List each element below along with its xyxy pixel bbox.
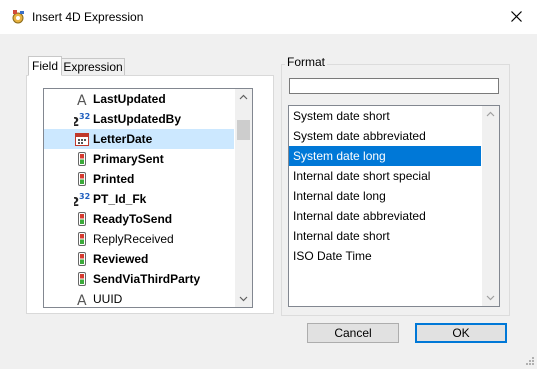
field-label: LastUpdatedBy: [93, 112, 182, 126]
field-label: ReplyReceived: [93, 232, 174, 246]
title-bar: Insert 4D Expression: [0, 0, 537, 34]
format-list-item[interactable]: Internal date short: [289, 226, 481, 246]
field-list-item[interactable]: ReplyReceived: [44, 229, 234, 249]
resize-grip-icon[interactable]: [525, 355, 535, 365]
format-list-item[interactable]: System date short: [289, 106, 481, 126]
boolean-type-icon: [74, 171, 90, 187]
field-list: ALastUpdated232LastUpdatedByLetterDatePr…: [44, 89, 234, 307]
svg-text:A: A: [77, 93, 87, 107]
svg-text:32: 32: [79, 192, 90, 201]
field-list-item[interactable]: A LastUpdated: [44, 89, 234, 109]
app-icon: [10, 9, 26, 25]
svg-text:A: A: [77, 293, 87, 307]
close-button[interactable]: [504, 6, 530, 28]
field-label: UUID: [93, 292, 123, 306]
window-title: Insert 4D Expression: [32, 10, 144, 24]
field-label: PT_Id_Fk: [93, 192, 147, 206]
field-list-item[interactable]: Reviewed: [44, 249, 234, 269]
svg-text:32: 32: [79, 112, 90, 121]
field-list-item[interactable]: 232LastUpdatedBy: [44, 109, 234, 129]
integer-type-icon: 232: [71, 111, 90, 129]
ok-button[interactable]: OK: [415, 323, 507, 343]
format-list-item[interactable]: Internal date abbreviated: [289, 206, 481, 226]
boolean-type-icon: [74, 211, 90, 227]
format-list-item[interactable]: Internal date long: [289, 186, 481, 206]
format-listbox[interactable]: System date short System date abbreviated…: [288, 105, 500, 307]
field-listbox[interactable]: ALastUpdated232LastUpdatedByLetterDatePr…: [43, 88, 253, 308]
date-type-icon: [74, 131, 90, 147]
field-label: Printed: [93, 172, 135, 186]
text-type-icon: A: [74, 291, 90, 307]
scroll-down-arrow[interactable]: [235, 290, 252, 307]
scroll-up-arrow[interactable]: [235, 89, 252, 106]
field-label: PrimarySent: [93, 152, 164, 166]
field-list-item[interactable]: 232PT_Id_Fk: [44, 189, 234, 209]
format-label: Format: [285, 55, 328, 69]
scroll-up-arrow[interactable]: [482, 106, 499, 123]
format-list-item[interactable]: System date long: [289, 146, 481, 166]
format-list-item[interactable]: Internal date short special: [289, 166, 481, 186]
tab-expression[interactable]: Expression: [61, 58, 125, 76]
close-icon: [511, 11, 522, 22]
scroll-thumb[interactable]: [237, 120, 250, 140]
format-list: System date short System date abbreviated…: [289, 106, 481, 266]
boolean-type-icon: [74, 251, 90, 267]
field-label: SendViaThirdParty: [93, 272, 201, 286]
cancel-button[interactable]: Cancel: [307, 323, 399, 343]
boolean-type-icon: [74, 231, 90, 247]
field-list-item[interactable]: PrimarySent: [44, 149, 234, 169]
field-label: LastUpdated: [93, 92, 166, 106]
scroll-down-arrow[interactable]: [482, 289, 499, 306]
field-label: Reviewed: [93, 252, 149, 266]
field-list-item[interactable]: Printed: [44, 169, 234, 189]
field-list-item[interactable]: SendViaThirdParty: [44, 269, 234, 289]
field-label: ReadyToSend: [93, 212, 173, 226]
format-list-item[interactable]: ISO Date Time: [289, 246, 481, 266]
field-label: LetterDate: [93, 132, 153, 146]
format-input[interactable]: [289, 78, 499, 94]
boolean-type-icon: [74, 271, 90, 287]
format-list-item[interactable]: System date abbreviated: [289, 126, 481, 146]
field-list-item[interactable]: LetterDate: [44, 129, 234, 149]
boolean-type-icon: [74, 151, 90, 167]
field-list-scrollbar[interactable]: [235, 89, 252, 307]
field-list-item[interactable]: A UUID: [44, 289, 234, 307]
text-type-icon: A: [74, 91, 90, 109]
field-list-item[interactable]: ReadyToSend: [44, 209, 234, 229]
tab-field[interactable]: Field: [28, 56, 62, 76]
format-list-scrollbar[interactable]: [482, 106, 499, 306]
integer-type-icon: 232: [71, 191, 90, 209]
